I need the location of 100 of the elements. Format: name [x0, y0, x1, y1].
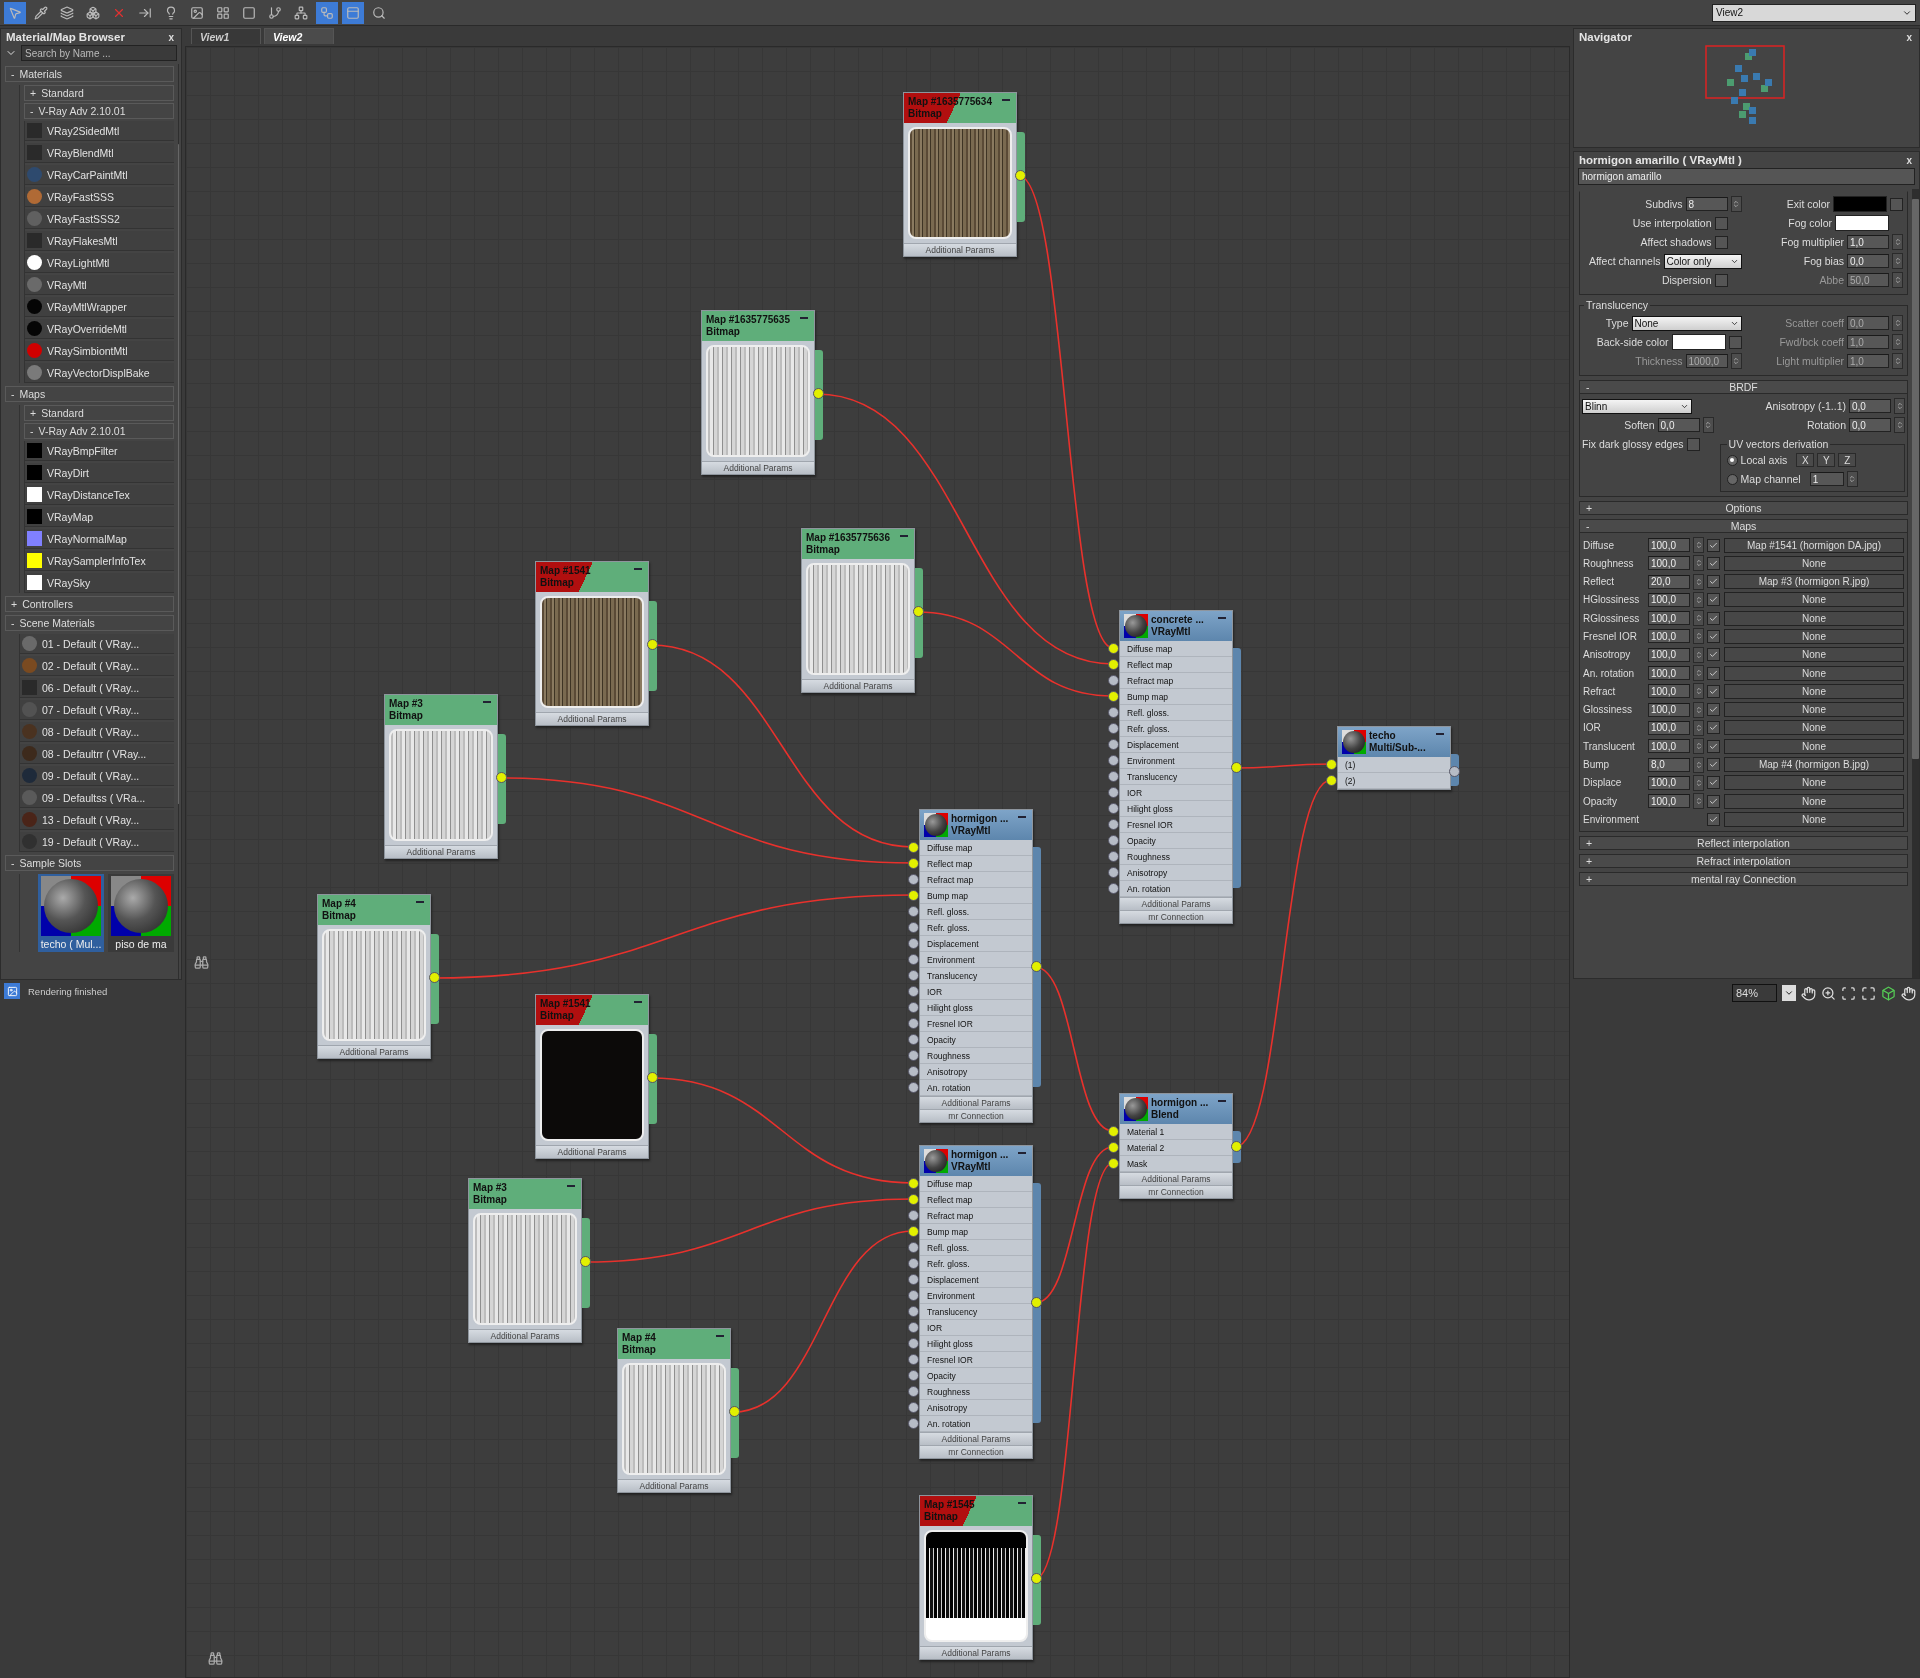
input-socket[interactable] — [907, 1209, 919, 1221]
hierarchy-tool[interactable] — [316, 1, 338, 24]
input-socket[interactable] — [1107, 786, 1119, 798]
amount-field[interactable]: 100,0 — [1648, 702, 1690, 717]
browser-item[interactable]: 08 - Default ( VRay... — [20, 722, 174, 742]
material-name-field[interactable]: hormigon amarillo — [1578, 168, 1915, 185]
browser-item[interactable]: 02 - Default ( VRay... — [20, 656, 174, 676]
browser-item[interactable]: VRayDistanceTex — [25, 485, 174, 505]
checkbox[interactable] — [1707, 794, 1720, 808]
spinner-button[interactable] — [1693, 774, 1704, 791]
checkbox[interactable] — [1707, 611, 1720, 625]
checkbox[interactable] — [1707, 630, 1720, 643]
spinner-button[interactable] — [1693, 683, 1704, 700]
node-header[interactable]: hormigon ... VRayMtl — [920, 810, 1032, 840]
node-header[interactable]: Map #3 Bitmap — [385, 695, 497, 725]
spinner-field[interactable]: 0,0 — [1847, 254, 1889, 268]
group-header[interactable]: + Controllers — [5, 596, 174, 612]
view-tab[interactable]: View2 — [264, 28, 334, 44]
spinner-field[interactable]: 8 — [1685, 197, 1728, 211]
node-footer[interactable]: Additional Params — [1120, 897, 1232, 910]
output-socket[interactable] — [729, 1406, 740, 1417]
spinner-button[interactable] — [1892, 272, 1903, 288]
input-socket[interactable] — [1107, 690, 1119, 702]
spinner-field[interactable]: 0,0 — [1849, 418, 1891, 432]
output-socket[interactable] — [913, 606, 924, 617]
spinner-button[interactable] — [1846, 471, 1858, 487]
output-socket[interactable] — [647, 1072, 658, 1083]
browser-item[interactable]: VRayOverrideMtl — [25, 319, 174, 339]
binoculars-icon[interactable] — [208, 1651, 223, 1666]
cube-icon[interactable] — [1881, 985, 1896, 1001]
amount-field[interactable]: 8,0 — [1648, 757, 1690, 772]
map-slot-button[interactable]: None — [1724, 665, 1904, 681]
material-node[interactable] — [919, 809, 1033, 1123]
rollout-header[interactable]: + Refract interpolation — [1579, 854, 1908, 869]
input-socket[interactable] — [907, 1273, 919, 1285]
node-footer[interactable]: Additional Params — [802, 679, 914, 692]
node-header[interactable]: Map #4 Bitmap — [318, 895, 430, 925]
spinner-button[interactable] — [1693, 628, 1704, 645]
input-socket[interactable] — [907, 1065, 919, 1077]
input-socket[interactable] — [907, 1369, 919, 1381]
browser-item[interactable]: VRayFlakesMtl — [25, 231, 174, 251]
output-socket[interactable] — [1231, 762, 1242, 773]
output-socket[interactable] — [496, 772, 507, 783]
group-header[interactable]: + Standard — [24, 85, 174, 101]
spinner-button[interactable] — [1693, 665, 1704, 682]
input-socket[interactable] — [907, 1305, 919, 1317]
material-node[interactable]: hormigon ... Blend Material 1 Material 2 Mask Additional Params mr Connection — [1119, 1093, 1233, 1199]
dropdown[interactable]: Blinn — [1582, 398, 1692, 414]
map-slot-button[interactable]: None — [1724, 775, 1904, 791]
rollout-header[interactable]: + Reflect interpolation — [1579, 836, 1908, 851]
output-socket[interactable] — [1015, 170, 1026, 181]
amount-field[interactable]: 100,0 — [1648, 611, 1690, 626]
close-button[interactable]: x — [1904, 154, 1914, 166]
spinner-button[interactable] — [1693, 756, 1704, 773]
checkbox[interactable] — [1707, 812, 1720, 826]
output-socket[interactable] — [813, 388, 824, 399]
color-swatch[interactable] — [1835, 215, 1889, 231]
checkbox[interactable] — [1707, 575, 1720, 589]
input-socket[interactable] — [907, 921, 919, 933]
node-header[interactable]: Map #1635775635 Bitmap — [702, 311, 814, 341]
node-footer[interactable]: Additional Params — [385, 845, 497, 858]
output-socket[interactable] — [1031, 1573, 1042, 1584]
material-node[interactable] — [1119, 610, 1233, 924]
spinner-field[interactable]: 0,0 — [1657, 418, 1700, 432]
axis-button[interactable]: Z — [1838, 453, 1857, 467]
input-socket[interactable] — [907, 1257, 919, 1269]
search-field[interactable]: Search by Name ... — [21, 45, 177, 61]
node-footer[interactable]: Additional Params — [1120, 1172, 1232, 1185]
input-socket[interactable] — [1107, 834, 1119, 846]
browser-item[interactable]: VRayDirt — [25, 463, 174, 483]
browser-item[interactable]: VRay2SidedMtl — [25, 121, 174, 141]
amount-field[interactable]: 20,0 — [1648, 574, 1690, 589]
browser-item[interactable]: VRayLightMtl — [25, 253, 174, 273]
parameter-editor-tool[interactable] — [342, 1, 364, 24]
amount-field[interactable]: 100,0 — [1648, 538, 1690, 552]
node-footer[interactable]: Additional Params — [920, 1096, 1032, 1109]
node-footer[interactable]: Additional Params — [702, 461, 814, 474]
rollout-header[interactable]: + mental ray Connection — [1579, 872, 1908, 887]
node-footer[interactable]: Additional Params — [618, 1479, 730, 1492]
input-socket[interactable] — [1107, 882, 1119, 894]
checkbox[interactable] — [1707, 593, 1720, 607]
node-footer[interactable]: Additional Params — [536, 712, 648, 725]
view-tab[interactable]: View1 — [191, 28, 261, 44]
checkbox[interactable] — [1714, 235, 1728, 249]
bitmap-node[interactable]: Map #1635775635 Bitmap Additional Params — [701, 310, 815, 475]
render-button[interactable] — [4, 983, 20, 999]
map-slot-button[interactable]: None — [1724, 702, 1904, 718]
map-slot-button[interactable]: None — [1724, 720, 1904, 736]
amount-field[interactable]: 100,0 — [1648, 629, 1690, 644]
browser-item[interactable]: VRayFastSSS — [25, 187, 174, 207]
node-header[interactable]: concrete ... VRayMtl — [1120, 611, 1232, 641]
spinner-button[interactable] — [1702, 417, 1714, 433]
input-socket[interactable] — [1107, 754, 1119, 766]
node-header[interactable]: Map #3 Bitmap — [469, 1179, 581, 1209]
dropdown[interactable]: Color only — [1663, 253, 1742, 269]
amount-field[interactable]: 100,0 — [1648, 775, 1690, 790]
output-socket[interactable] — [1449, 766, 1460, 777]
input-socket[interactable] — [907, 1417, 919, 1429]
group-header[interactable]: + Standard — [24, 405, 174, 421]
browser-item[interactable]: VRayBlendMtl — [25, 143, 174, 163]
